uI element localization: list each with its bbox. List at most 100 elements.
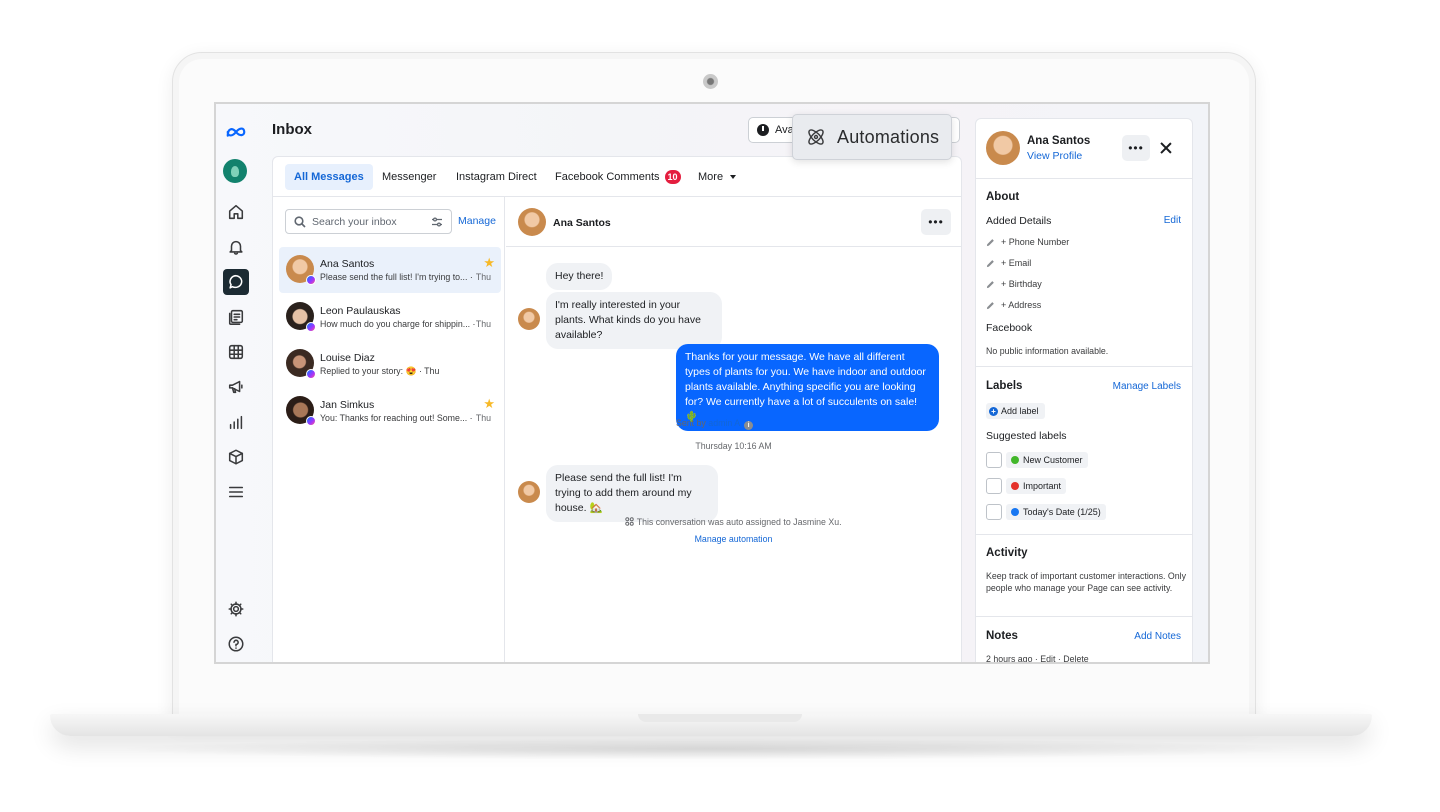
star-icon[interactable]: ★ (483, 256, 495, 269)
add-address[interactable]: + Address (986, 300, 1041, 310)
add-email[interactable]: + Email (986, 258, 1031, 268)
planner-grid-icon[interactable] (223, 339, 249, 365)
sent-by-admin-link[interactable]: admin A (708, 418, 739, 428)
label-name: New Customer (1023, 455, 1083, 465)
labels-section: Labels Manage Labels + Add label Suggest… (976, 367, 1192, 535)
menu-icon[interactable] (223, 479, 249, 505)
avatar (518, 308, 540, 330)
messenger-icon (306, 369, 316, 379)
meta-logo-icon[interactable] (223, 119, 249, 145)
thread-header: Ana Santos ••• (506, 197, 961, 247)
caret-down-icon (730, 175, 737, 179)
megaphone-icon[interactable] (223, 374, 249, 400)
label-checkbox[interactable] (986, 478, 1002, 494)
tab-label: Instagram Direct (456, 171, 537, 183)
box-icon[interactable] (223, 444, 249, 470)
view-profile-link[interactable]: View Profile (1027, 150, 1082, 162)
manage-automation-link[interactable]: Manage automation (695, 534, 773, 544)
star-icon[interactable]: ★ (483, 397, 495, 410)
automations-tooltip[interactable]: Automations (792, 114, 952, 160)
page-avatar[interactable] (223, 159, 247, 183)
tab-facebook-comments[interactable]: Facebook Comments 10 (546, 164, 690, 190)
webcam (703, 74, 718, 89)
field-label: + Email (1001, 258, 1032, 268)
conversation-item-leon-paulauskas[interactable]: Leon Paulauskas How much do you charge f… (279, 294, 501, 340)
label-checkbox[interactable] (986, 452, 1002, 468)
availability-label: Ava (775, 124, 794, 136)
pencil-icon (986, 280, 994, 288)
tab-label: All Messages (294, 171, 364, 183)
suggested-labels-heading: Suggested labels (986, 430, 1067, 442)
notes-section: Notes Add Notes 2 hours ago · Edit · Del… (976, 617, 1192, 662)
label-chip: Today's Date (1/25) (1006, 504, 1106, 520)
tab-label: More (698, 171, 724, 183)
help-icon[interactable] (223, 631, 249, 657)
manage-link[interactable]: Manage (458, 215, 496, 227)
nav-rail (216, 104, 256, 662)
activity-section: Activity Keep track of important custome… (976, 535, 1192, 617)
screen: Inbox Ava All Messages Messenger Instagr… (214, 102, 1210, 664)
contact-name: Jan Simkus (320, 399, 375, 411)
conversation-list: Manage Ana Santos Please send the full l… (273, 197, 505, 662)
label-chip: Important (1006, 478, 1067, 494)
manage-automation-wrap: Manage automation (506, 534, 961, 544)
suggested-label-new-customer[interactable]: New Customer (986, 452, 1088, 468)
info-icon[interactable]: i (744, 421, 754, 430)
message-preview: You: Thanks for reaching out! Some... · (320, 413, 473, 423)
label-checkbox[interactable] (986, 504, 1002, 520)
label-color-dot (1011, 456, 1019, 464)
search-input[interactable] (312, 215, 432, 228)
channel-tabs: All Messages Messenger Instagram Direct … (273, 157, 961, 197)
contact-name: Ana Santos (320, 258, 375, 270)
conversation-item-ana-santos[interactable]: Ana Santos Please send the full list! I'… (279, 247, 501, 293)
section-title: Activity (986, 547, 1028, 559)
label-name: Important (1023, 481, 1062, 491)
pencil-icon (986, 238, 994, 246)
add-label-text: Add label (1001, 406, 1039, 416)
add-label-button[interactable]: + Add label (986, 403, 1045, 419)
conversation-item-jan-simkus[interactable]: Jan Simkus You: Thanks for reaching out!… (279, 388, 501, 434)
tab-more[interactable]: More (689, 164, 745, 190)
close-icon[interactable] (1159, 141, 1173, 155)
search-box (285, 209, 452, 234)
laptop-shadow (110, 738, 1310, 760)
bell-icon[interactable] (223, 234, 249, 260)
avatar (518, 481, 540, 503)
section-title: Notes (986, 630, 1018, 642)
pencil-icon (986, 259, 994, 267)
edit-details-link[interactable]: Edit (1164, 215, 1181, 226)
label-chip: New Customer (1006, 452, 1088, 468)
tab-all-messages[interactable]: All Messages (285, 164, 373, 190)
gear-icon[interactable] (223, 596, 249, 622)
home-icon[interactable] (223, 199, 249, 225)
conversation-item-louise-diaz[interactable]: Louise Diaz Replied to your story: 😍 · T… (279, 341, 501, 387)
details-contact-name: Ana Santos (1027, 135, 1091, 147)
inbox-chat-icon[interactable] (223, 269, 249, 295)
add-phone-number[interactable]: + Phone Number (986, 237, 1069, 247)
suggested-label-important[interactable]: Important (986, 478, 1067, 494)
pencil-icon (986, 301, 994, 309)
tab-instagram-direct[interactable]: Instagram Direct (447, 164, 546, 190)
plus-icon: + (989, 406, 998, 416)
more-options-button[interactable]: ••• (921, 209, 951, 235)
inbox-panel: All Messages Messenger Instagram Direct … (272, 156, 962, 662)
field-label: + Address (1001, 300, 1042, 310)
insights-bar-icon[interactable] (223, 409, 249, 435)
facebook-info: No public information available. (986, 346, 1109, 356)
added-details-label: Added Details (986, 215, 1052, 227)
details-more-button[interactable]: ••• (1122, 135, 1150, 161)
manage-labels-link[interactable]: Manage Labels (1113, 381, 1181, 392)
suggested-label-todays-date[interactable]: Today's Date (1/25) (986, 504, 1106, 520)
field-label: + Birthday (1001, 279, 1042, 289)
label-color-dot (1011, 482, 1019, 490)
unread-count-badge: 10 (664, 170, 681, 184)
posts-icon[interactable] (223, 304, 249, 330)
auto-assign-note: This conversation was auto assigned to J… (506, 517, 961, 527)
message-time: Thu (475, 319, 491, 329)
filter-sliders-icon[interactable] (431, 216, 443, 228)
label-name: Today's Date (1/25) (1023, 507, 1101, 517)
add-birthday[interactable]: + Birthday (986, 279, 1042, 289)
tab-messenger[interactable]: Messenger (373, 164, 445, 190)
add-notes-link[interactable]: Add Notes (1134, 631, 1181, 642)
sent-by-prefix: Sent by (676, 418, 706, 428)
